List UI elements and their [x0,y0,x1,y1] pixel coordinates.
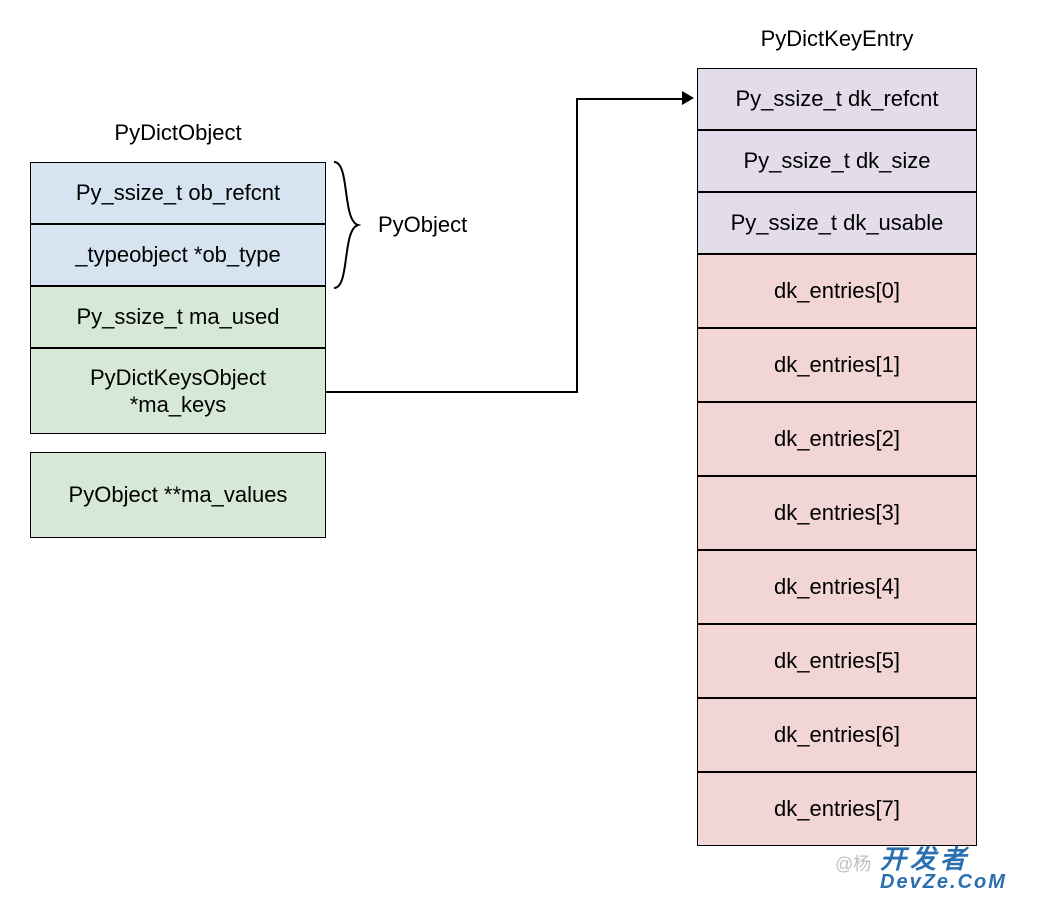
watermark-brand-bottom: DevZe.CoM [880,872,1007,892]
field-dk-entries-0: dk_entries[0] [697,254,977,328]
field-ma-used: Py_ssize_t ma_used [30,286,326,348]
arrow-head [682,91,694,105]
field-dk-entries-1: dk_entries[1] [697,328,977,402]
brace-label: PyObject [378,212,467,238]
arrow-segment-v [576,98,578,393]
field-dk-usable: Py_ssize_t dk_usable [697,192,977,254]
field-ma-values: PyObject **ma_values [30,452,326,538]
field-dk-entries-2: dk_entries[2] [697,402,977,476]
field-ob-refcnt: Py_ssize_t ob_refcnt [30,162,326,224]
watermark-brand-top: 开发者 [880,846,1007,872]
field-dk-entries-6: dk_entries[6] [697,698,977,772]
right-struct-title: PyDictKeyEntry [697,26,977,52]
watermark-brand: 开发者 DevZe.CoM [880,846,1007,892]
brace-pyobject [330,158,370,292]
arrow-segment-h1 [326,391,576,393]
field-ma-keys: PyDictKeysObject *ma_keys [30,348,326,434]
field-dk-entries-5: dk_entries[5] [697,624,977,698]
field-dk-refcnt: Py_ssize_t dk_refcnt [697,68,977,130]
left-struct-title: PyDictObject [30,120,326,146]
field-dk-entries-3: dk_entries[3] [697,476,977,550]
field-ob-type: _typeobject *ob_type [30,224,326,286]
field-dk-size: Py_ssize_t dk_size [697,130,977,192]
field-dk-entries-7: dk_entries[7] [697,772,977,846]
watermark-at: @杨 [835,850,871,876]
field-dk-entries-4: dk_entries[4] [697,550,977,624]
arrow-segment-h2 [576,98,686,100]
